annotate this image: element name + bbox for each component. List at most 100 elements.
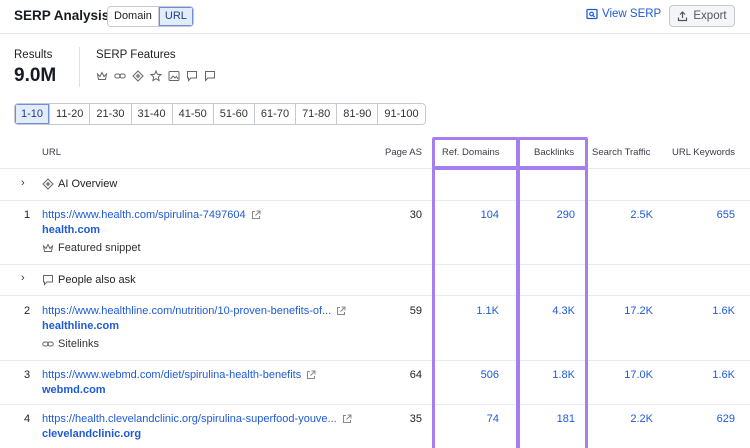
page-31-40[interactable]: 31-40 — [130, 104, 172, 124]
ref-domains-value[interactable]: 74 — [487, 413, 499, 425]
page-as-value: 30 — [409, 209, 422, 221]
url-keywords-value[interactable]: 1.6K — [712, 305, 735, 317]
domain-url-toggle: Domain URL — [107, 6, 194, 27]
view-serp-icon — [586, 8, 598, 20]
url-keywords-value[interactable]: 1.6K — [712, 369, 735, 381]
column-header-ref-domains[interactable]: Ref. Domains — [442, 147, 500, 158]
column-header-url-keywords[interactable]: URL Keywords — [672, 147, 735, 158]
search-traffic-value[interactable]: 17.0K — [624, 369, 653, 381]
external-link-icon[interactable] — [251, 210, 261, 220]
diamond-icon[interactable] — [132, 70, 144, 82]
url-keywords-value[interactable]: 629 — [717, 413, 735, 425]
external-link-icon[interactable] — [342, 414, 352, 424]
image-icon[interactable] — [168, 70, 180, 82]
result-url-link[interactable]: https://www.healthline.com/nutrition/10-… — [42, 305, 346, 317]
search-traffic-value[interactable]: 17.2K — [624, 305, 653, 317]
row-divider — [0, 200, 750, 201]
result-domain[interactable]: clevelandclinic.org — [42, 428, 141, 440]
table-header-divider — [0, 168, 750, 169]
export-icon — [678, 10, 688, 21]
result-url-text: https://www.health.com/spirulina-7497604 — [42, 209, 246, 221]
page-as-value: 59 — [409, 305, 422, 317]
expand-people-also-ask-chevron-icon[interactable]: › — [21, 272, 25, 284]
summary-divider — [79, 47, 80, 87]
expand-ai-overview-chevron-icon[interactable]: › — [21, 177, 25, 189]
view-serp-link[interactable]: View SERP — [586, 8, 661, 20]
row-position: 3 — [24, 369, 31, 381]
result-url-text: https://www.healthline.com/nutrition/10-… — [42, 305, 332, 317]
view-serp-label: View SERP — [602, 8, 662, 20]
row-position: 1 — [24, 209, 31, 221]
result-url-link[interactable]: https://health.clevelandclinic.org/spiru… — [42, 413, 352, 425]
backlinks-value[interactable]: 1.8K — [552, 369, 575, 381]
row-divider — [0, 295, 750, 296]
page-as-value: 64 — [409, 369, 422, 381]
page-1-10[interactable]: 1-10 — [15, 104, 50, 124]
result-url-text: https://www.webmd.com/diet/spirulina-hea… — [42, 369, 302, 381]
page-as-value: 35 — [409, 413, 422, 425]
column-header-backlinks[interactable]: Backlinks — [534, 147, 574, 158]
ref-domains-value[interactable]: 104 — [481, 209, 499, 221]
search-traffic-value[interactable]: 2.2K — [630, 413, 653, 425]
comment-icon — [43, 275, 53, 286]
position-range-pager: 1-10 11-20 21-30 31-40 41-50 51-60 61-70… — [14, 103, 426, 125]
page-11-20[interactable]: 11-20 — [49, 104, 90, 124]
column-header-page-as[interactable]: Page AS — [385, 147, 422, 158]
star-icon[interactable] — [150, 70, 162, 82]
top-bar: SERP Analysis Domain URL View SERP Expor… — [0, 0, 750, 33]
url-keywords-value[interactable]: 655 — [717, 209, 735, 221]
link-icon — [42, 341, 54, 347]
result-url-link[interactable]: https://www.health.com/spirulina-7497604 — [42, 209, 261, 221]
external-link-icon[interactable] — [306, 370, 316, 380]
result-domain[interactable]: webmd.com — [42, 384, 106, 396]
external-link-icon[interactable] — [336, 306, 346, 316]
page-61-70[interactable]: 61-70 — [253, 104, 296, 124]
page-81-90[interactable]: 81-90 — [336, 104, 378, 124]
page-title: SERP Analysis — [14, 8, 110, 23]
link-icon[interactable] — [114, 70, 126, 82]
crown-icon[interactable] — [96, 70, 108, 82]
export-button[interactable]: Export — [669, 5, 735, 27]
toggle-url[interactable]: URL — [157, 7, 193, 26]
column-header-search-traffic[interactable]: Search Traffic — [592, 147, 650, 158]
serp-features-label: SERP Features — [96, 49, 176, 61]
page-51-60[interactable]: 51-60 — [212, 104, 254, 124]
feature-row-people-also-ask: People also ask — [42, 274, 136, 286]
backlinks-value[interactable]: 4.3K — [552, 305, 575, 317]
serp-feature-icons — [96, 70, 216, 82]
search-traffic-value[interactable]: 2.5K — [630, 209, 653, 221]
toggle-domain[interactable]: Domain — [108, 7, 158, 26]
backlinks-value[interactable]: 290 — [557, 209, 575, 221]
page-91-100[interactable]: 91-100 — [377, 104, 425, 124]
result-serp-feature-label: Sitelinks — [58, 338, 99, 350]
row-divider — [0, 360, 750, 361]
row-divider — [0, 264, 750, 265]
comment-icon[interactable] — [186, 70, 198, 82]
result-serp-feature: Featured snippet — [42, 242, 141, 254]
page-41-50[interactable]: 41-50 — [171, 104, 213, 124]
feature-row-ai-overview: AI Overview — [42, 178, 117, 190]
result-url-text: https://health.clevelandclinic.org/spiru… — [42, 413, 337, 425]
page-21-30[interactable]: 21-30 — [89, 104, 131, 124]
diamond-icon — [42, 178, 54, 190]
ref-domains-value[interactable]: 506 — [481, 369, 499, 381]
feature-row-label: AI Overview — [58, 178, 118, 190]
results-label: Results — [14, 49, 53, 61]
chat-bubble-icon[interactable] — [204, 70, 216, 82]
crown-icon — [42, 243, 54, 252]
feature-row-label: People also ask — [58, 274, 136, 286]
row-position: 4 — [24, 413, 31, 425]
result-domain[interactable]: health.com — [42, 224, 100, 236]
row-divider — [0, 404, 750, 405]
result-domain[interactable]: healthline.com — [42, 320, 119, 332]
column-header-url[interactable]: URL — [42, 147, 61, 158]
header-divider — [0, 33, 750, 34]
export-label: Export — [693, 10, 727, 22]
result-serp-feature-label: Featured snippet — [58, 242, 141, 254]
ref-domains-value[interactable]: 1.1K — [476, 305, 499, 317]
page-71-80[interactable]: 71-80 — [295, 104, 337, 124]
result-url-link[interactable]: https://www.webmd.com/diet/spirulina-hea… — [42, 369, 316, 381]
row-position: 2 — [24, 305, 31, 317]
result-serp-feature: Sitelinks — [42, 338, 99, 350]
backlinks-value[interactable]: 181 — [557, 413, 575, 425]
